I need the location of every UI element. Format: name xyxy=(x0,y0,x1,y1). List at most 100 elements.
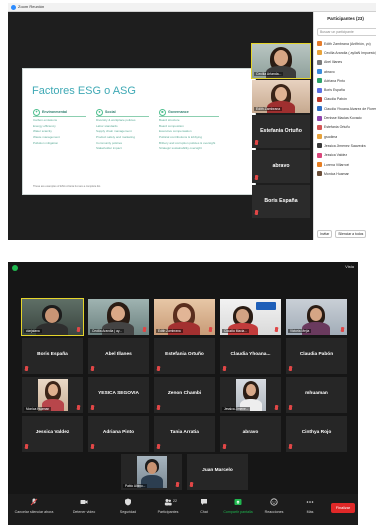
mic-muted-icon xyxy=(157,444,160,449)
gallery-tile[interactable]: Boris España xyxy=(22,338,83,374)
gallery-tile[interactable]: Juan Marcelo xyxy=(187,454,248,490)
participants-count: 22 xyxy=(173,499,177,503)
participant-label: Cecilia Arlanda... xyxy=(254,72,284,76)
gallery-tile[interactable]: Abel Illanes xyxy=(88,338,149,374)
slide-item: Board structure xyxy=(159,119,180,123)
toolbar-label: Compartir pantalla xyxy=(223,510,253,514)
participant-name: Denisse Macias Kovacic xyxy=(324,116,362,121)
participant-name: YESICA SEGOVIA xyxy=(98,391,139,396)
avatar xyxy=(317,162,322,167)
participant-row[interactable]: abravo xyxy=(314,67,376,76)
gallery-tile[interactable]: Jessica Valdez xyxy=(22,416,83,452)
gallery-tile[interactable]: Pablo Albino... xyxy=(121,454,182,490)
participant-row[interactable]: gsodima xyxy=(314,132,376,141)
gallery-tile[interactable]: Cinthya Rojo xyxy=(286,416,347,452)
mic-muted-icon xyxy=(275,327,278,332)
participant-row[interactable]: Edith Zambrana (Anfitrión, yo) xyxy=(314,39,376,48)
slide-item: Community policies xyxy=(96,141,123,145)
mic-muted-icon xyxy=(190,482,193,487)
participant-row[interactable]: Adriana Pinto xyxy=(314,76,376,85)
participant-name: Tania Arratia xyxy=(170,430,199,435)
avatar xyxy=(317,171,322,177)
gallery-tile[interactable]: Monica Huaman xyxy=(22,377,83,413)
mic-muted-icon xyxy=(223,444,226,449)
reactions-button[interactable]: Reacciones xyxy=(254,498,294,514)
participant-row[interactable]: Monica Huaman xyxy=(314,169,376,178)
gallery-tile[interactable]: Jessica Jimene... xyxy=(220,377,281,413)
mic-muted-icon xyxy=(289,444,292,449)
avatar xyxy=(317,96,322,102)
video-tile[interactable]: Edith Zambrana xyxy=(252,80,310,113)
mic-muted-icon xyxy=(77,327,80,332)
participant-row[interactable]: Jessica Valdez xyxy=(314,151,376,160)
participant-row[interactable]: Boris España xyxy=(314,85,376,94)
more-button[interactable]: Más xyxy=(290,498,330,514)
participant-search-input[interactable]: Buscar un participante xyxy=(317,28,376,36)
participant-name: Edith Zambrana (Anfitrión, yo) xyxy=(324,41,371,46)
participant-row[interactable]: Lorena Villarroel xyxy=(314,160,376,169)
window-title: Zoom Reunión xyxy=(18,4,45,9)
participant-row[interactable]: Cecilia Arandia ( ayllaN Impuesto) xyxy=(314,48,376,57)
slide-item: Waste management xyxy=(33,135,60,139)
slide-footnote: These are examples of ESG criteria but a… xyxy=(33,185,101,188)
participants-icon xyxy=(164,499,172,506)
video-tile-speaker[interactable]: Cecilia Arlanda... xyxy=(251,43,311,79)
security-button[interactable]: Seguridad xyxy=(108,498,148,514)
gallery-tile[interactable]: mhuaman xyxy=(286,377,347,413)
gallery-tile[interactable]: YESICA SEGOVIA xyxy=(88,377,149,413)
gallery-tile[interactable]: Zenon Chambi xyxy=(154,377,215,413)
participant-name: Adriana Pinto xyxy=(102,430,135,435)
view-button[interactable]: Vista xyxy=(345,264,354,269)
video-tile[interactable]: Estefania Ortuño xyxy=(252,115,310,148)
participant-row[interactable]: Estefania Ortuño xyxy=(314,123,376,132)
participants-button[interactable]: Participantes 22 xyxy=(148,498,188,514)
video-tile[interactable]: abravo xyxy=(252,150,310,183)
slide-item: Executive compensation xyxy=(159,130,192,134)
gallery-tile[interactable]: Estefania Ortuño xyxy=(154,338,215,374)
security-shield-icon[interactable] xyxy=(12,265,18,271)
gallery-tile[interactable]: abravo xyxy=(220,416,281,452)
gallery-tile[interactable]: Tania Arratia xyxy=(154,416,215,452)
gallery-tile[interactable]: Victoria Mejía xyxy=(286,299,347,335)
window-titlebar: Zoom Reunión xyxy=(8,3,376,12)
gallery-tile[interactable]: Claudia Pabón xyxy=(286,338,347,374)
zoom-logo-icon xyxy=(11,5,16,10)
participant-name: Claudia Yhoana Alvarez de Flores xyxy=(324,106,376,111)
mute-all-button[interactable]: Silenciar a todos xyxy=(335,230,367,238)
stop-video-button[interactable]: Detener video xyxy=(64,498,104,514)
slide-item: Product safety and marketing xyxy=(96,135,136,139)
participant-row[interactable]: Denisse Macias Kovacic xyxy=(314,113,376,122)
participant-label: Monica Huaman xyxy=(24,407,52,411)
slide-column-social: ● Social Diversity & workplace policies L… xyxy=(96,108,149,151)
participant-label: Edith Zambrana xyxy=(156,329,183,333)
gallery-tile[interactable]: Edith Zambrana xyxy=(154,299,215,335)
participants-list: Edith Zambrana (Anfitrión, yo) Cecilia Ar… xyxy=(314,39,376,178)
mic-muted-icon xyxy=(77,405,80,410)
end-meeting-button[interactable]: Finalizar xyxy=(331,503,355,513)
mic-muted-icon xyxy=(275,405,278,410)
video-camera-icon xyxy=(80,500,88,504)
gallery-tile[interactable]: Adriana Pinto xyxy=(88,416,149,452)
gallery-tile[interactable]: clarjalana xyxy=(21,298,84,336)
unmute-button[interactable]: Cancelar silenciar ahora xyxy=(14,498,54,514)
toolbar-label: Seguridad xyxy=(119,510,137,514)
invite-button[interactable]: Invitar xyxy=(317,230,333,238)
avatar xyxy=(317,41,322,47)
mic-muted-icon xyxy=(255,210,258,215)
toolbar-label: Participantes xyxy=(157,510,179,514)
gallery-tile[interactable]: Claudia Macia... xyxy=(220,299,281,335)
gallery-tile[interactable]: Cecilia Arandia ( ay... xyxy=(88,299,149,335)
participant-row[interactable]: Abel Illanes xyxy=(314,58,376,67)
share-screen-button[interactable]: Compartir pantalla xyxy=(218,498,258,514)
avatar xyxy=(317,78,322,84)
video-tile[interactable]: Boris España xyxy=(252,185,310,218)
participant-name: Zenon Chambi xyxy=(167,391,202,396)
participant-row[interactable]: Claudia Yhoana Alvarez de Flores xyxy=(314,104,376,113)
toolbar-label: Más xyxy=(306,510,314,514)
mic-muted-icon xyxy=(157,366,160,371)
participant-row[interactable]: Claudia Pabón xyxy=(314,95,376,104)
slide-item: Energy efficiency xyxy=(33,124,56,128)
gallery-tile[interactable]: Claudia Yhoana... xyxy=(220,338,281,374)
participant-row[interactable]: Jessica Jimenez Saavedra xyxy=(314,141,376,150)
slide-item: Pollution mitigation xyxy=(33,141,59,145)
